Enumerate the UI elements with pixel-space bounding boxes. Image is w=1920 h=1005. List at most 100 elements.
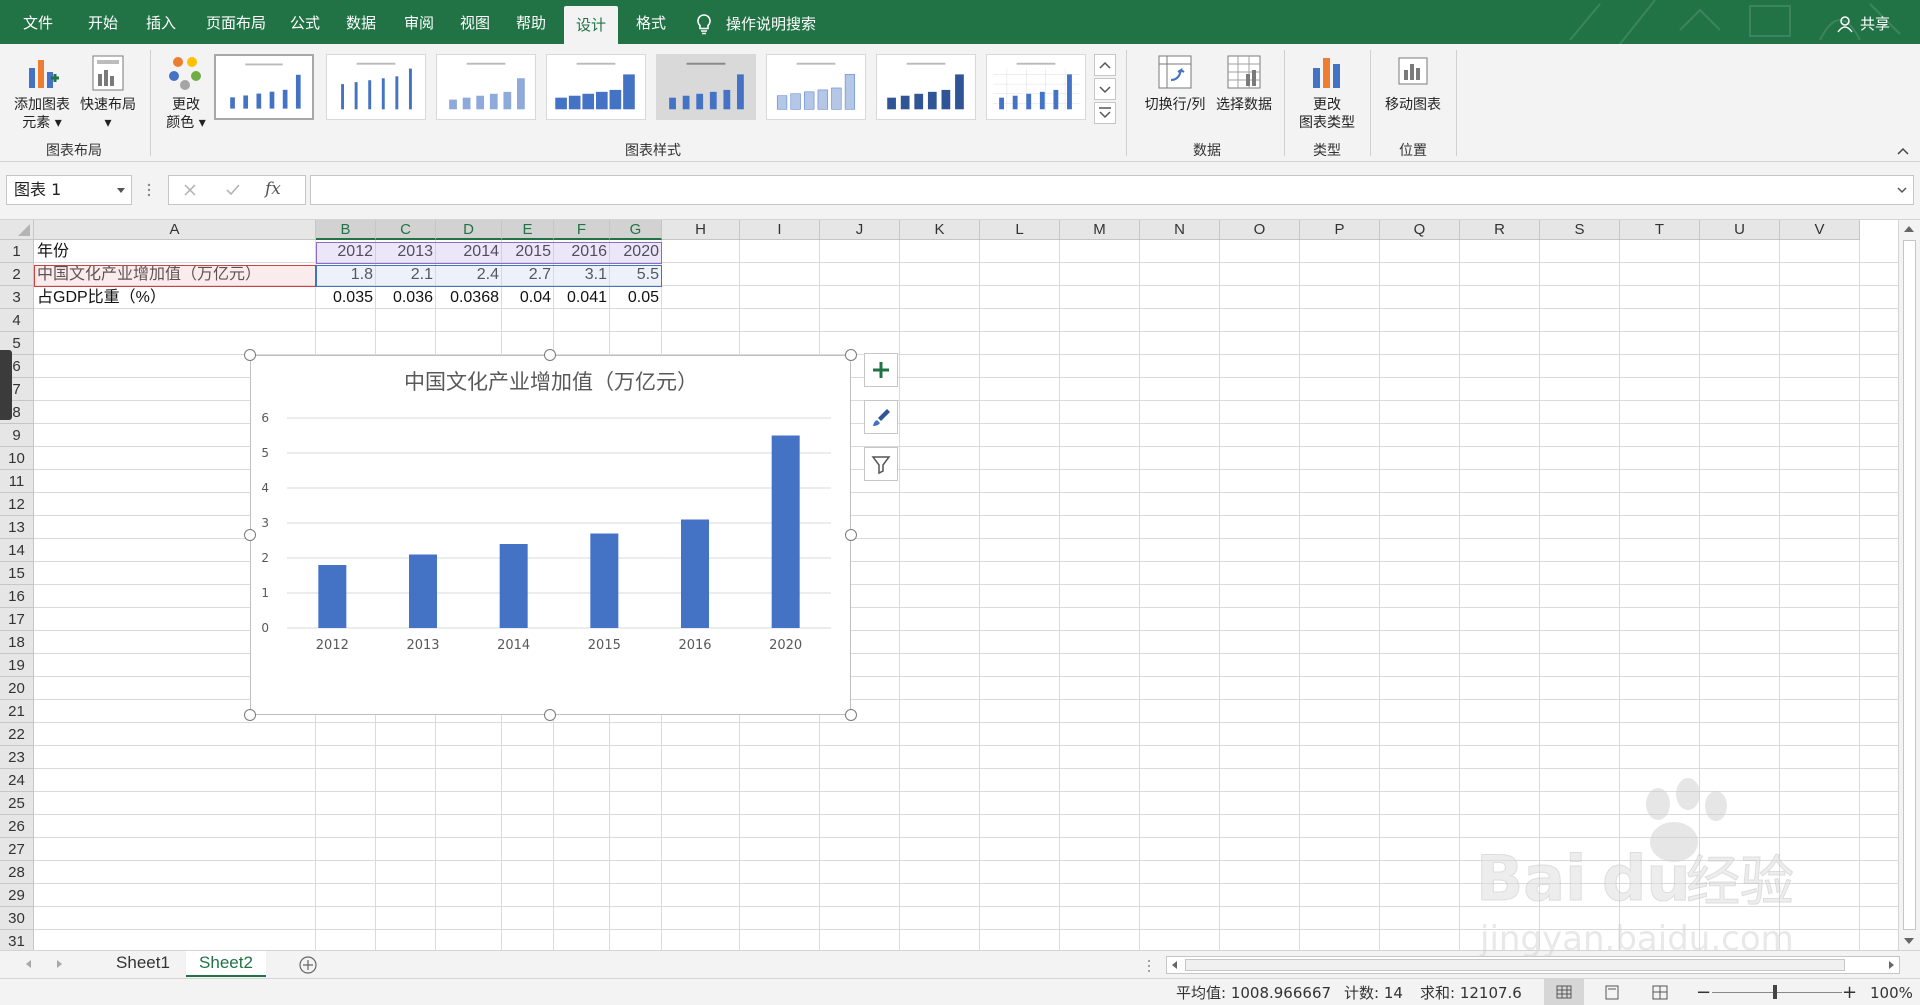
chart-title[interactable]: 中国文化产业增加值（万亿元）	[404, 370, 698, 394]
chart-series[interactable]	[318, 435, 800, 629]
column-header-R[interactable]: R	[1460, 220, 1540, 240]
gallery-more[interactable]	[1094, 102, 1116, 124]
side-panel-handle[interactable]	[0, 350, 12, 420]
row-header-29[interactable]: 29	[0, 884, 34, 907]
column-header-S[interactable]: S	[1540, 220, 1620, 240]
row-header-19[interactable]: 19	[0, 654, 34, 677]
tab-formulas[interactable]: 公式	[280, 0, 330, 44]
column-header-P[interactable]: P	[1300, 220, 1380, 240]
quick-layout-button[interactable]: 快速布局 ▾	[76, 52, 140, 132]
select-data-button[interactable]: 选择数据	[1212, 52, 1276, 114]
column-header-G[interactable]: G	[610, 220, 662, 240]
splitter-dots-icon[interactable]	[1146, 959, 1152, 973]
tab-format[interactable]: 格式	[624, 0, 678, 44]
chart-style-6[interactable]	[766, 54, 866, 120]
cell-D3[interactable]: 0.0368	[436, 286, 502, 309]
column-header-O[interactable]: O	[1220, 220, 1300, 240]
scroll-up-icon[interactable]	[1903, 224, 1915, 234]
chart-bar-2014[interactable]	[499, 544, 528, 628]
resize-handle-w[interactable]	[244, 529, 256, 541]
row-header-26[interactable]: 26	[0, 815, 34, 838]
row-header-17[interactable]: 17	[0, 608, 34, 631]
column-header-K[interactable]: K	[900, 220, 980, 240]
resize-handle-se[interactable]	[845, 709, 857, 721]
chart-elements-button[interactable]	[864, 353, 898, 387]
row-header-24[interactable]: 24	[0, 769, 34, 792]
prev-sheet-icon[interactable]	[24, 959, 34, 969]
row-header-25[interactable]: 25	[0, 792, 34, 815]
normal-view-button[interactable]	[1544, 979, 1584, 1005]
drag-dots-icon[interactable]	[146, 182, 152, 198]
vertical-scrollbar[interactable]	[1898, 220, 1920, 950]
cell-F3[interactable]: 0.041	[554, 286, 610, 309]
chart-style-4[interactable]	[546, 54, 646, 120]
column-header-L[interactable]: L	[980, 220, 1060, 240]
row-header-1[interactable]: 1	[0, 240, 34, 263]
chart-bar-2020[interactable]	[771, 435, 800, 629]
cell-G3[interactable]: 0.05	[610, 286, 662, 309]
row-header-2[interactable]: 2	[0, 263, 34, 286]
tab-review[interactable]: 审阅	[394, 0, 444, 44]
column-header-U[interactable]: U	[1700, 220, 1780, 240]
insert-function-icon[interactable]: fx	[265, 179, 281, 199]
chart-bar-2012[interactable]	[318, 565, 347, 628]
scroll-right-icon[interactable]	[1886, 960, 1896, 970]
next-sheet-icon[interactable]	[54, 959, 64, 969]
chart-style-3[interactable]	[436, 54, 536, 120]
tell-me-search[interactable]: 操作说明搜索	[694, 0, 816, 44]
move-chart-button[interactable]: 移动图表	[1376, 52, 1450, 114]
chart-y-axis[interactable]: 0 1 2 3 4 5 6	[261, 411, 269, 635]
switch-row-column-button[interactable]: 切换行/列	[1138, 52, 1212, 114]
tab-help[interactable]: 帮助	[506, 0, 556, 44]
row-header-9[interactable]: 9	[0, 424, 34, 447]
row-header-16[interactable]: 16	[0, 585, 34, 608]
zoom-slider-thumb[interactable]	[1773, 985, 1777, 999]
row-header-21[interactable]: 21	[0, 700, 34, 723]
tab-file[interactable]: 文件	[12, 0, 64, 44]
column-header-N[interactable]: N	[1140, 220, 1220, 240]
cell-E3[interactable]: 0.04	[502, 286, 554, 309]
chart-bar-2015[interactable]	[590, 533, 619, 629]
column-header-V[interactable]: V	[1780, 220, 1860, 240]
column-header-M[interactable]: M	[1060, 220, 1140, 240]
chart-style-8[interactable]	[986, 54, 1086, 120]
column-header-Q[interactable]: Q	[1380, 220, 1460, 240]
tab-design[interactable]: 设计	[564, 6, 618, 44]
column-header-H[interactable]: H	[662, 220, 740, 240]
scroll-left-icon[interactable]	[1170, 960, 1180, 970]
cancel-icon[interactable]	[183, 183, 197, 197]
resize-handle-n[interactable]	[544, 349, 556, 361]
resize-handle-ne[interactable]	[845, 349, 857, 361]
column-header-C[interactable]: C	[376, 220, 436, 240]
zoom-out-icon[interactable]: −	[1696, 979, 1711, 1005]
row-header-3[interactable]: 3	[0, 286, 34, 309]
chart-bar-2016[interactable]	[681, 519, 709, 629]
chart-style-5[interactable]	[656, 54, 756, 120]
expand-formula-icon[interactable]	[1897, 186, 1907, 194]
sheet-tab-sheet1[interactable]: Sheet1	[104, 951, 182, 977]
chart-style-7[interactable]	[876, 54, 976, 120]
row-header-14[interactable]: 14	[0, 539, 34, 562]
column-header-I[interactable]: I	[740, 220, 820, 240]
vertical-scroll-thumb[interactable]	[1903, 240, 1916, 930]
page-layout-view-icon[interactable]	[1604, 985, 1620, 1000]
chart-x-axis[interactable]: 2012 2013 2014 2015 2016 2020	[316, 638, 802, 653]
name-box[interactable]: 图表 1	[6, 175, 132, 205]
tab-view[interactable]: 视图	[450, 0, 500, 44]
column-header-A[interactable]: A	[34, 220, 316, 240]
row-header-23[interactable]: 23	[0, 746, 34, 769]
chart-filters-button[interactable]	[864, 447, 898, 481]
zoom-level[interactable]: 100%	[1870, 979, 1913, 1005]
column-chart[interactable]: 中国文化产业增加值（万亿元） 0123456 2012 2013 2014 2015 2…	[250, 355, 851, 715]
gallery-scroll-up[interactable]	[1094, 54, 1116, 76]
tab-home[interactable]: 开始	[78, 0, 128, 44]
row-header-11[interactable]: 11	[0, 470, 34, 493]
column-header-F[interactable]: F	[554, 220, 610, 240]
new-sheet-icon[interactable]	[298, 955, 318, 975]
resize-handle-s[interactable]	[544, 709, 556, 721]
row-header-10[interactable]: 10	[0, 447, 34, 470]
row-header-28[interactable]: 28	[0, 861, 34, 884]
cell-C3[interactable]: 0.036	[376, 286, 436, 309]
row-header-30[interactable]: 30	[0, 907, 34, 930]
collapse-ribbon-icon[interactable]	[1896, 146, 1910, 156]
